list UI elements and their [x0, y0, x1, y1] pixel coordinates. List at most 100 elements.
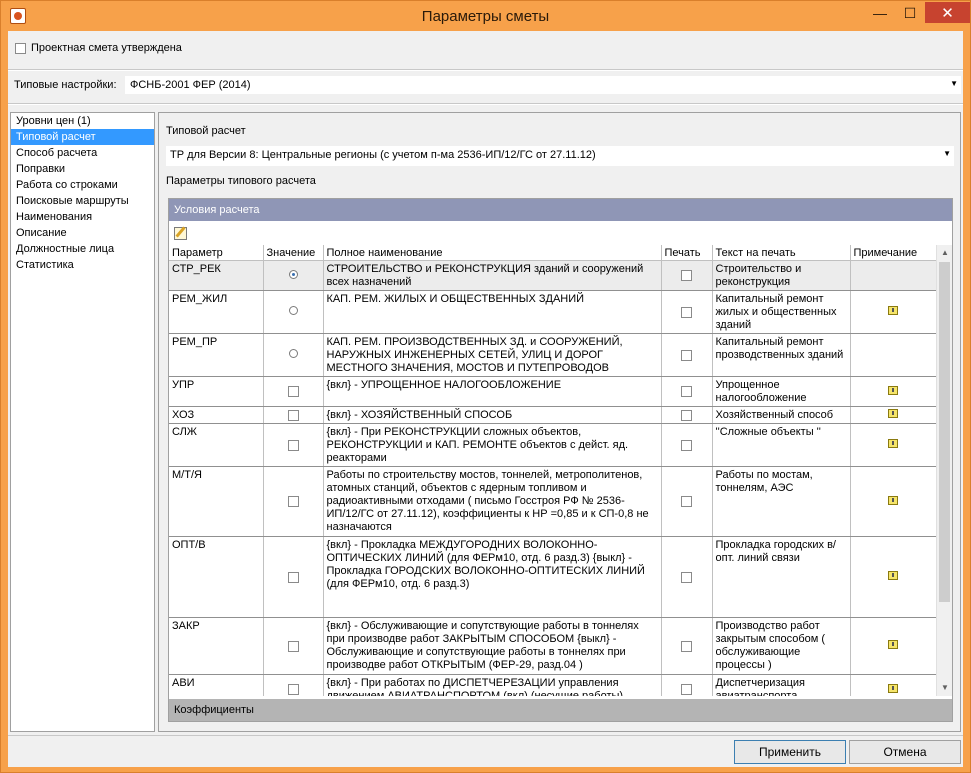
vertical-scrollbar[interactable]: ▲ ▼ — [936, 245, 952, 696]
table-row[interactable]: ОПТ/В {вкл} - Прокладка МЕЖДУГОРОДНИХ ВОЛ… — [169, 536, 936, 618]
note-icon[interactable] — [888, 571, 898, 580]
value-cell — [263, 617, 324, 675]
table-row[interactable]: РЕМ_ЖИЛ КАП. РЕМ. ЖИЛЫХ И ОБЩЕСТВЕННЫХ ЗД… — [169, 290, 936, 334]
print-text-cell: ''Сложные объекты '' — [712, 423, 851, 467]
note-icon[interactable] — [888, 439, 898, 448]
table-row[interactable]: РЕМ_ПР КАП. РЕМ. ПРОИЗВОДСТВЕННЫХ ЗД. и С… — [169, 333, 936, 377]
divider — [8, 69, 963, 71]
table-row[interactable]: ХОЗ {вкл} - ХОЗЯЙСТВЕННЫЙ СПОСОБ Хозяйстве… — [169, 406, 936, 424]
full-name-cell: {вкл} - При РЕКОНСТРУКЦИИ сложных объект… — [323, 423, 662, 467]
sidebar-item-calc-method[interactable]: Способ расчета — [11, 145, 154, 161]
note-icon[interactable] — [888, 495, 898, 505]
sidebar-item-corrections[interactable]: Поправки — [11, 161, 154, 177]
print-checkbox[interactable] — [681, 386, 692, 398]
value-checkbox[interactable] — [287, 640, 299, 652]
maximize-button[interactable]: ☐ — [895, 2, 925, 24]
sidebar-item-description[interactable]: Описание — [11, 225, 154, 241]
settings-pane: Типовой расчет ТР для Версии 8: Централь… — [158, 112, 961, 732]
print-checkbox[interactable] — [681, 496, 692, 508]
sidebar-item-typical-calc[interactable]: Типовой расчет — [11, 129, 154, 145]
scroll-down-icon[interactable]: ▼ — [937, 680, 953, 696]
coefficients-header[interactable]: Коэффициенты — [169, 699, 952, 721]
section-title: Типовой расчет — [166, 125, 246, 137]
print-text-cell: Строительство и реконструкция — [712, 260, 851, 291]
sidebar-item-row-work[interactable]: Работа со строками — [11, 177, 154, 193]
col-param[interactable]: Параметр — [169, 245, 264, 261]
print-cell — [661, 674, 713, 696]
note-cell — [850, 423, 936, 467]
sidebar-item-price-levels[interactable]: Уровни цен (1) — [11, 113, 154, 129]
cancel-button[interactable]: Отмена — [849, 740, 961, 764]
print-checkbox[interactable] — [681, 306, 692, 318]
table-row[interactable]: СТР_РЕК СТРОИТЕЛЬСТВО и РЕКОНСТРУКЦИЯ зда… — [169, 260, 936, 291]
apply-button[interactable]: Применить — [734, 740, 846, 764]
note-cell — [850, 290, 936, 334]
value-radio[interactable] — [288, 349, 298, 358]
preset-select[interactable]: ФСНБ-2001 ФЕР (2014) ▼ — [124, 75, 962, 95]
sidebar-item-statistics[interactable]: Статистика — [11, 257, 154, 273]
note-icon[interactable] — [888, 409, 898, 418]
title-bar[interactable]: Параметры сметы — ☐ ✕ — [1, 1, 970, 31]
param-cell: РЕМ_ПР — [169, 333, 264, 377]
calc-select[interactable]: ТР для Версии 8: Центральные регионы (с … — [166, 146, 954, 166]
print-checkbox[interactable] — [681, 349, 692, 361]
edit-icon[interactable] — [174, 227, 187, 240]
scroll-up-icon[interactable]: ▲ — [937, 245, 953, 261]
print-checkbox[interactable] — [681, 439, 692, 451]
approved-checkbox[interactable] — [15, 42, 26, 54]
col-print[interactable]: Печать — [661, 245, 713, 261]
print-checkbox[interactable] — [681, 571, 692, 583]
col-print-text[interactable]: Текст на печать — [712, 245, 851, 261]
print-checkbox[interactable] — [681, 270, 692, 282]
conditions-header[interactable]: Условия расчета — [169, 199, 952, 221]
print-checkbox[interactable] — [681, 640, 692, 652]
scroll-thumb[interactable] — [939, 262, 950, 602]
note-cell — [850, 333, 936, 377]
table-row[interactable]: АВИ {вкл} - При работах по ДИСПЕТЧЕРЕЗАЦИ… — [169, 674, 936, 696]
param-cell: ЗАКР — [169, 617, 264, 675]
table-row[interactable]: УПР {вкл} - УПРОЩЕННОЕ НАЛОГООБЛОЖЕНИЕ Упр… — [169, 376, 936, 407]
table-header-row: Параметр Значение Полное наименование Пе… — [169, 245, 936, 261]
approved-row[interactable]: Проектная смета утверждена — [15, 42, 182, 54]
divider — [8, 103, 963, 105]
minimize-button[interactable]: — — [865, 2, 895, 24]
note-icon[interactable] — [888, 306, 898, 315]
full-name-cell: {вкл} - Прокладка МЕЖДУГОРОДНИХ ВОЛОКОНН… — [323, 536, 662, 618]
sidebar-item-officials[interactable]: Должностные лица — [11, 241, 154, 257]
print-cell — [661, 290, 713, 334]
print-checkbox[interactable] — [681, 409, 692, 421]
col-full-name[interactable]: Полное наименование — [323, 245, 662, 261]
note-icon[interactable] — [888, 683, 898, 693]
note-cell — [850, 260, 936, 291]
print-text-cell: Работы по мостам, тоннелям, АЭС — [712, 466, 851, 537]
note-icon[interactable] — [888, 640, 898, 649]
value-checkbox[interactable] — [287, 386, 299, 398]
print-checkbox[interactable] — [681, 684, 692, 696]
value-radio[interactable] — [288, 269, 298, 279]
full-name-cell: КАП. РЕМ. ПРОИЗВОДСТВЕННЫХ ЗД. и СООРУЖЕ… — [323, 333, 662, 377]
table-row[interactable]: ЗАКР {вкл} - Обслуживающие и сопутствующи… — [169, 617, 936, 675]
chevron-down-icon[interactable]: ▼ — [943, 149, 951, 158]
value-checkbox[interactable] — [287, 409, 299, 421]
conditions-group: Условия расчета Параметр Значение Полное… — [168, 198, 953, 722]
value-checkbox[interactable] — [287, 439, 299, 451]
approved-label: Проектная смета утверждена — [31, 42, 182, 54]
chevron-down-icon[interactable]: ▼ — [950, 79, 958, 88]
sidebar-item-search-routes[interactable]: Поисковые маршруты — [11, 193, 154, 209]
value-checkbox[interactable] — [287, 571, 299, 583]
table-row[interactable]: СЛЖ {вкл} - При РЕКОНСТРУКЦИИ сложных объ… — [169, 423, 936, 467]
col-note[interactable]: Примечание — [850, 245, 936, 261]
value-radio[interactable] — [288, 306, 298, 315]
value-checkbox[interactable] — [287, 684, 299, 696]
note-cell — [850, 466, 936, 537]
preset-label: Типовые настройки: — [14, 79, 117, 91]
value-checkbox[interactable] — [287, 496, 299, 508]
sidebar-item-names[interactable]: Наименования — [11, 209, 154, 225]
table-row[interactable]: М/Т/Я Работы по строительству мостов, тон… — [169, 466, 936, 537]
close-button[interactable]: ✕ — [925, 2, 970, 23]
col-value[interactable]: Значение — [263, 245, 324, 261]
value-cell — [263, 376, 324, 407]
dialog-window: Параметры сметы — ☐ ✕ Проектная смета ут… — [0, 0, 971, 773]
print-text-cell: Диспетчеризация авиатранспорта — [712, 674, 851, 696]
note-icon[interactable] — [888, 385, 898, 395]
